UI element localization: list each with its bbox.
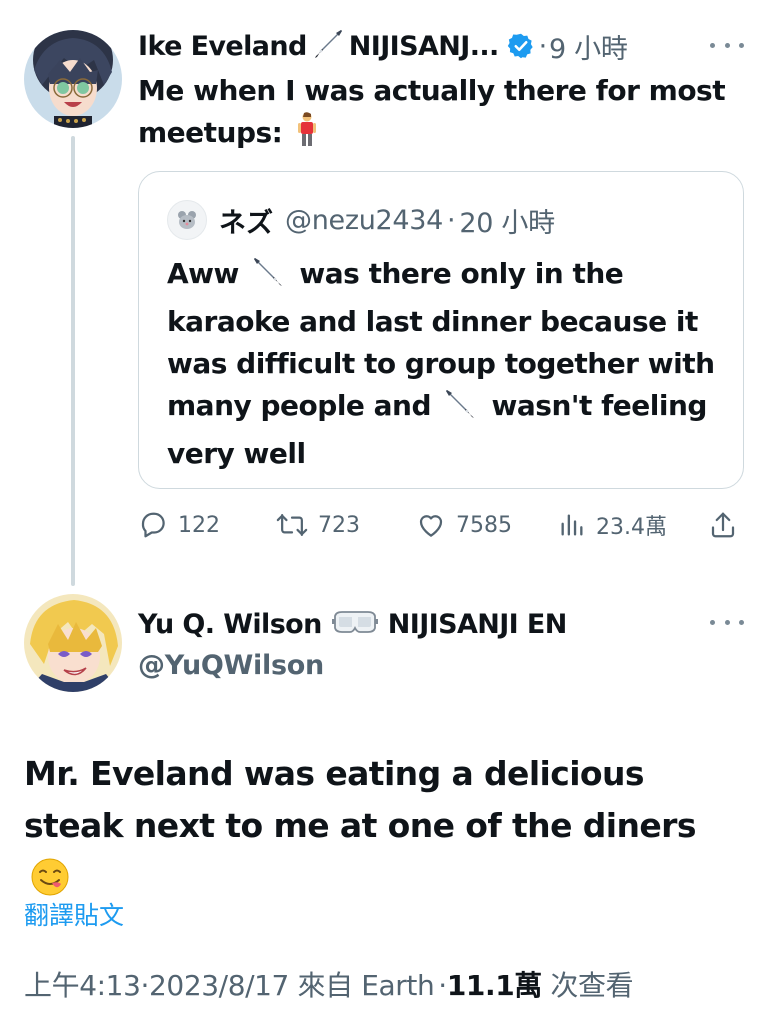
quoted-author-handle: @nezu2434 (285, 204, 444, 236)
post-text-content: Me when I was actually there for most me… (138, 74, 726, 149)
main-post: Ike Eveland NIJISANJ... · 9 小時 Me when I… (0, 0, 769, 590)
author-name[interactable]: Ike Eveland (138, 31, 307, 62)
reply-author-affiliation[interactable]: NIJISANJI EN (388, 609, 568, 640)
reply-author-avatar[interactable] (24, 594, 122, 692)
footer-separator: · (140, 969, 149, 1002)
thread-connector-line (71, 136, 75, 586)
quoted-post[interactable]: ネズ @nezu2434 · 20 小時 Aww was there only … (138, 171, 744, 489)
views-icon (561, 514, 583, 536)
views-count: 23.4萬 (596, 515, 667, 540)
time-separator: · (538, 30, 548, 62)
fountain-pen-icon (252, 255, 286, 301)
fountain-pen-icon (311, 27, 345, 65)
like-button[interactable]: 7585 (416, 505, 512, 545)
post-text: Me when I was actually there for most me… (138, 70, 753, 160)
quoted-author-avatar (167, 200, 207, 240)
views-button[interactable]: 23.4萬 (558, 505, 667, 545)
quoted-post-time: 20 小時 (459, 207, 555, 239)
verified-badge-icon (507, 32, 535, 60)
like-count: 7585 (456, 512, 512, 538)
author-avatar[interactable] (24, 30, 122, 128)
post-date[interactable]: 2023/8/17 (149, 969, 289, 1002)
goggles-icon (331, 608, 378, 640)
fountain-pen-icon (444, 387, 478, 433)
reply-text: Mr. Eveland was eating a delicious steak… (24, 748, 744, 912)
views-total[interactable]: 11.1萬 (447, 969, 542, 1002)
author-affiliation[interactable]: NIJISANJ... (349, 31, 499, 62)
post-header: Ike Eveland NIJISANJ... · 9 小時 (138, 26, 628, 66)
reply-icon (141, 512, 165, 538)
more-icon[interactable] (710, 612, 744, 632)
post-timestamp-footer: 上午4:13·2023/8/17 來自 Earth ·11.1萬 次查看 (24, 964, 634, 1004)
repost-count: 723 (318, 512, 360, 538)
standing-person-icon (296, 112, 318, 160)
quoted-post-header: ネズ @nezu2434 · 20 小時 (167, 200, 555, 240)
share-icon (711, 512, 735, 538)
post-time[interactable]: 上午4:13 (24, 969, 141, 1002)
reply-text-content: Mr. Eveland was eating a delicious steak… (24, 754, 696, 845)
heart-icon (419, 515, 443, 537)
reply-count: 122 (178, 512, 220, 538)
source-prefix: 來自 (297, 969, 353, 1002)
reply-button[interactable]: 122 (138, 505, 220, 545)
post-source: Earth (361, 969, 435, 1002)
repost-button[interactable]: 723 (276, 505, 360, 545)
footer-separator: · (438, 969, 447, 1002)
repost-icon (276, 514, 308, 536)
quoted-author-name: ネズ (219, 207, 273, 239)
views-suffix: 次查看 (550, 969, 634, 1002)
quoted-post-text: Aww was there only in the karaoke and la… (167, 253, 727, 475)
quoted-time-separator: · (447, 204, 456, 236)
post-time[interactable]: 9 小時 (549, 27, 628, 66)
more-icon[interactable] (710, 35, 744, 55)
share-button[interactable] (708, 505, 748, 545)
reply-author-name[interactable]: Yu Q. Wilson (138, 609, 322, 640)
reply-header: Yu Q. Wilson NIJISANJI EN @YuQWilson (138, 604, 567, 686)
translate-post-link[interactable]: 翻譯貼文 (24, 896, 124, 932)
quoted-text-part-1: Aww (167, 257, 239, 290)
post-actions-bar: 122 723 7585 23.4萬 (138, 505, 744, 545)
reply-author-handle[interactable]: @YuQWilson (138, 646, 567, 686)
